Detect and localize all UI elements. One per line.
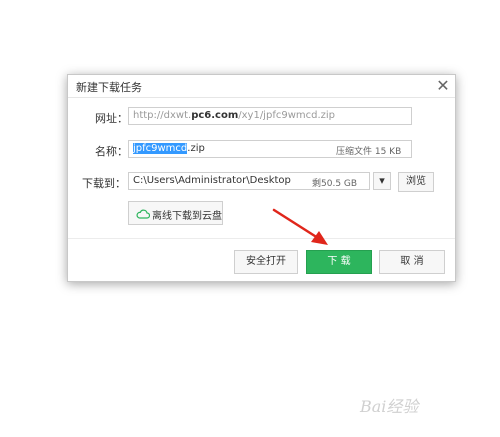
safe-open-button[interactable]: 安全打开 [234,250,298,274]
new-download-dialog: 新建下载任务 ✕ 网址： http://dxwt.pc6.com/xy1/jpf… [67,74,456,282]
name-label: 名称： [95,145,128,158]
cancel-button[interactable]: 取 消 [379,250,445,274]
offline-cloud-download-button[interactable]: 离线下载到云盘 [128,201,223,225]
free-space: 剩50.5 GB [312,179,358,189]
filename-extension: .zip [187,143,205,154]
dialog-title: 新建下载任务 [76,81,142,94]
url-input[interactable]: http://dxwt.pc6.com/xy1/jpfc9wmcd.zip [128,107,412,125]
chevron-down-icon: ▾ [379,174,385,187]
baidu-watermark: Bai经验 [360,397,419,416]
cloud-icon [136,209,150,219]
file-type-size: 压缩文件 15 KB [336,147,402,157]
path-dropdown-button[interactable]: ▾ [373,172,391,190]
download-button[interactable]: 下 载 [306,250,372,274]
browse-button[interactable]: 浏览 [398,172,434,192]
url-domain: pc6.com [191,110,239,121]
filename-selected: jpfc9wmcd [133,143,188,154]
url-label: 网址： [95,112,128,125]
dialog-titlebar: 新建下载任务 ✕ [68,75,455,98]
url-suffix: /xy1/jpfc9wmcd.zip [238,110,336,121]
close-icon[interactable]: ✕ [433,76,453,96]
footer-divider [68,238,455,239]
download-to-label: 下载到： [82,177,126,190]
cloud-button-label: 离线下载到云盘 [152,211,222,222]
url-prefix: http://dxwt. [133,110,192,121]
download-path: C:\Users\Administrator\Desktop [133,175,291,186]
